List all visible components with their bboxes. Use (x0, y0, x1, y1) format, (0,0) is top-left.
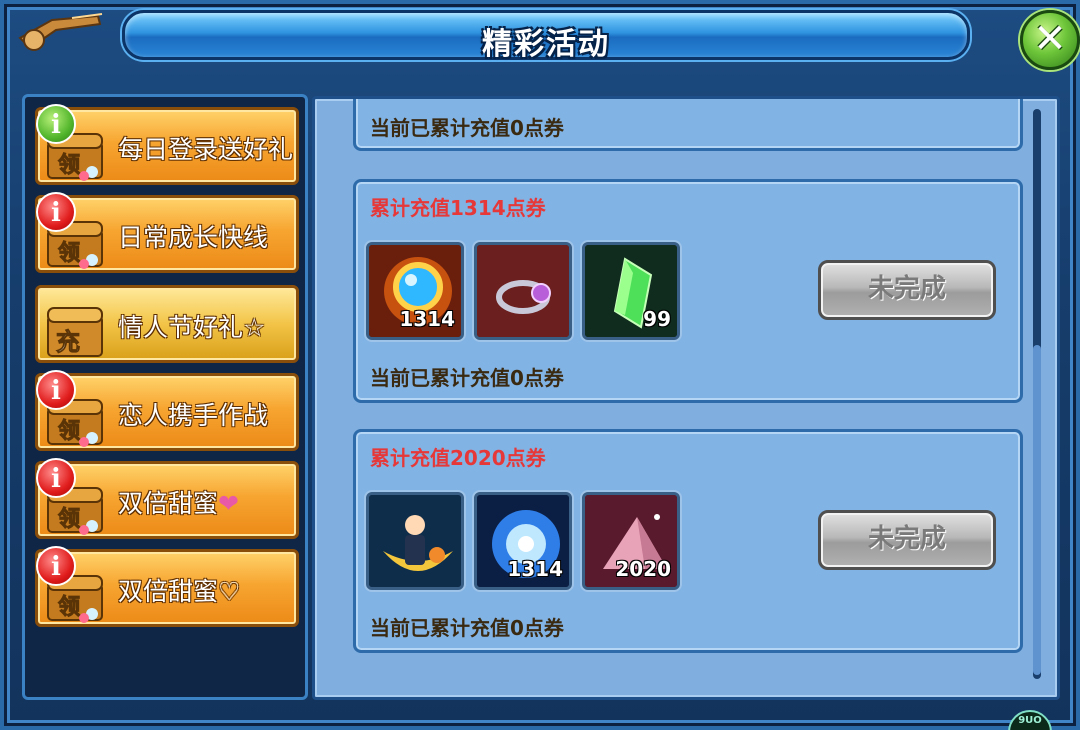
sidebar-item-valentine-gift[interactable]: 充 情人节好礼☆ (35, 285, 299, 363)
card-title: 累计充值2020点券 (370, 446, 546, 470)
sidebar-item-label-text: 双倍甜蜜 (118, 489, 219, 518)
chest-icon: 充 (47, 307, 103, 357)
activity-sidebar: 领 i 每日登录送好礼 领 i 日常成长快线 充 情人节好礼☆ 领 i 恋人携手… (22, 94, 308, 700)
sidebar-item-label: 情人节好礼☆ (118, 313, 266, 342)
reward-slot[interactable]: 2020 (582, 492, 680, 590)
reward-slot[interactable]: 1314 (474, 492, 572, 590)
character-on-moon-icon (369, 495, 461, 587)
card-progress-text: 当前已累计充值0点券 (370, 116, 564, 140)
notification-badge: i (36, 192, 76, 232)
sidebar-item-label: 每日登录送好礼 (118, 135, 294, 164)
card-progress-text: 当前已累计充值0点券 (370, 616, 564, 640)
reward-card-1314: 累计充值1314点券 1314 99 未完成 当前已累计充值0点券 (353, 179, 1023, 403)
corner-logo: 9UO (1008, 710, 1052, 730)
heart-icon: ❤ (218, 489, 239, 518)
notification-badge: i (36, 458, 76, 498)
activity-window-frame: 精彩活动 ✕ 领 i 每日登录送好礼 领 i 日常成长快线 充 情人节好礼☆ 领… (0, 0, 1080, 730)
svg-text:领: 领 (58, 506, 80, 532)
reward-slot[interactable]: 1314 (366, 242, 464, 340)
svg-text:领: 领 (58, 418, 80, 444)
window-title: 精彩活动 (482, 27, 610, 62)
sidebar-item-label: 双倍甜蜜❤ (118, 484, 300, 520)
svg-text:领: 领 (58, 240, 80, 266)
reward-quantity: 2020 (615, 557, 671, 581)
card-progress-text: 当前已累计充值0点券 (370, 366, 564, 390)
close-button[interactable]: ✕ (1020, 10, 1080, 70)
reward-quantity: 99 (643, 307, 671, 331)
incomplete-status-button[interactable]: 未完成 (818, 260, 996, 320)
reward-card-2020: 累计充值2020点券 1314 2020 未完成 当前已累计充值0点券 (353, 429, 1023, 653)
content-scrollbar[interactable] (1033, 109, 1041, 679)
svg-text:领: 领 (58, 594, 80, 620)
reward-card-partial: 当前已累计充值0点券 (353, 99, 1023, 151)
scrollbar-thumb[interactable] (1033, 345, 1041, 675)
reward-slot[interactable]: 99 (582, 242, 680, 340)
horn-icon (18, 13, 103, 51)
reward-slot[interactable] (366, 492, 464, 590)
svg-text:领: 领 (58, 152, 80, 178)
card-title: 累计充值1314点券 (370, 196, 546, 220)
notification-badge: i (36, 104, 76, 144)
close-icon: ✕ (1033, 16, 1067, 62)
sidebar-item-daily-login[interactable]: 领 i 每日登录送好礼 (35, 104, 299, 185)
title-bar: 精彩活动 (122, 10, 970, 62)
sidebar-item-label: 双倍甜蜜♡ (118, 577, 241, 606)
reward-slot[interactable] (474, 242, 572, 340)
sidebar-item-double-sweet-1[interactable]: 领 i 双倍甜蜜❤ (35, 458, 300, 539)
sidebar-item-label: 日常成长快线 (118, 223, 269, 252)
sidebar-item-daily-growth[interactable]: 领 i 日常成长快线 (35, 192, 299, 273)
ring-icon (477, 245, 569, 337)
sidebar-item-double-sweet-2[interactable]: 领 i 双倍甜蜜♡ (35, 546, 299, 627)
incomplete-status-button[interactable]: 未完成 (818, 510, 996, 570)
activity-content-panel[interactable]: 当前已累计充值0点券 累计充值1314点券 1314 99 未完成 当前已累计充… (312, 96, 1060, 700)
svg-text:充: 充 (56, 328, 80, 356)
sidebar-item-label: 恋人携手作战 (118, 401, 269, 430)
notification-badge: i (36, 370, 76, 410)
reward-quantity: 1314 (399, 307, 455, 331)
notification-badge: i (36, 546, 76, 586)
sidebar-item-lovers-battle[interactable]: 领 i 恋人携手作战 (35, 370, 299, 451)
reward-quantity: 1314 (507, 557, 563, 581)
